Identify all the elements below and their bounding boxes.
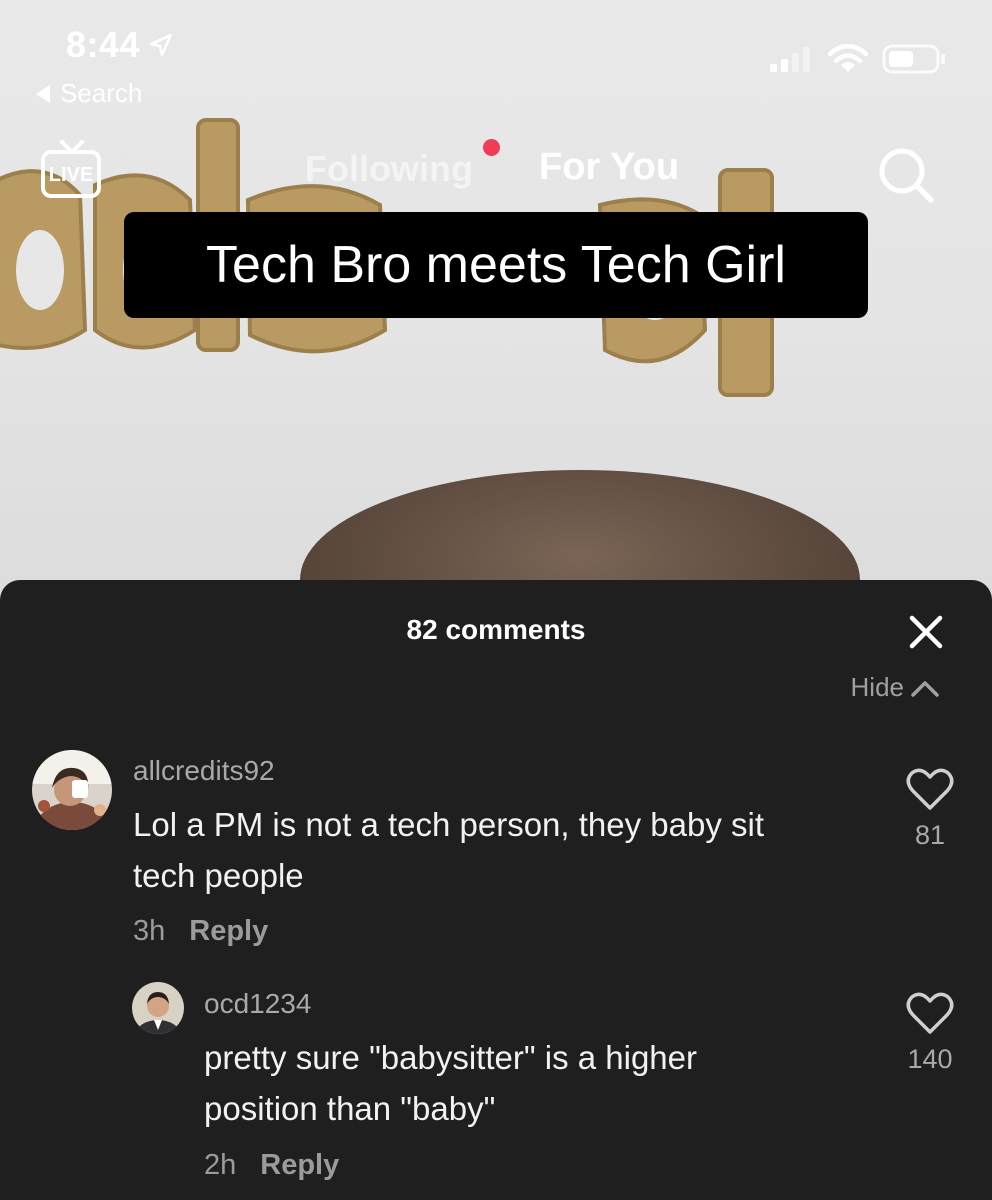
hide-label: Hide: [850, 672, 904, 702]
chevron-up-icon: [911, 680, 939, 697]
like-button[interactable]: 81: [902, 768, 958, 851]
comment-meta: 2h Reply: [204, 1149, 339, 1182]
avatar[interactable]: [32, 750, 112, 830]
comment-text-line: Lol a PM is not a tech person, they baby…: [133, 806, 765, 843]
heart-icon: [906, 992, 954, 1034]
cellular-signal-icon: [770, 47, 810, 72]
video-caption: Tech Bro meets Tech Girl: [124, 212, 868, 318]
avatar-photo: [132, 982, 184, 1034]
like-count: 140: [907, 1044, 953, 1074]
search-icon: [879, 148, 934, 203]
status-indicators: [770, 44, 946, 74]
comment-username[interactable]: ocd1234: [204, 988, 311, 1020]
comment-time: 3h: [133, 915, 166, 947]
heart-icon: [906, 768, 954, 810]
reply-button[interactable]: Reply: [189, 915, 268, 948]
close-comments-button[interactable]: [908, 614, 944, 655]
hide-replies-link[interactable]: Hide: [851, 672, 940, 703]
comment-meta: 3h Reply: [133, 915, 268, 948]
comments-sheet: 82 comments Hide allcredits92 Lol a PM i…: [0, 580, 992, 1200]
avatar[interactable]: [132, 982, 184, 1034]
tab-following[interactable]: Following: [305, 148, 473, 190]
comment-text-line: position than "baby": [204, 1090, 496, 1127]
svg-text:LIVE: LIVE: [49, 164, 93, 186]
live-tv-icon: LIVE: [41, 140, 101, 198]
status-time: 8:44: [66, 24, 174, 66]
clock-text: 8:44: [66, 24, 141, 65]
comment-text-line: pretty sure "babysitter" is a higher: [204, 1039, 697, 1076]
like-button[interactable]: 140: [898, 992, 962, 1075]
comment-username[interactable]: allcredits92: [133, 755, 275, 787]
close-icon: [909, 615, 943, 649]
live-button[interactable]: LIVE: [40, 138, 104, 207]
wifi-icon: [828, 44, 868, 72]
comment-text: pretty sure "babysitter" is a higher pos…: [204, 1032, 697, 1134]
reply-button[interactable]: Reply: [260, 1149, 339, 1182]
back-to-search-link[interactable]: Search: [34, 78, 142, 109]
tab-for-you[interactable]: For You: [539, 146, 679, 189]
back-triangle-icon: [36, 84, 50, 103]
following-notification-dot: [483, 139, 500, 156]
battery-icon: [882, 44, 945, 74]
back-label: Search: [60, 78, 143, 108]
comments-count-title: 82 comments: [406, 614, 586, 645]
like-count: 81: [914, 820, 946, 850]
location-arrow-icon: [150, 33, 173, 57]
comment-text-line: tech people: [133, 857, 304, 894]
comment-text: Lol a PM is not a tech person, they baby…: [133, 799, 764, 901]
comment-time: 2h: [204, 1149, 237, 1181]
search-button[interactable]: [876, 145, 938, 212]
avatar-photo: [32, 750, 112, 830]
